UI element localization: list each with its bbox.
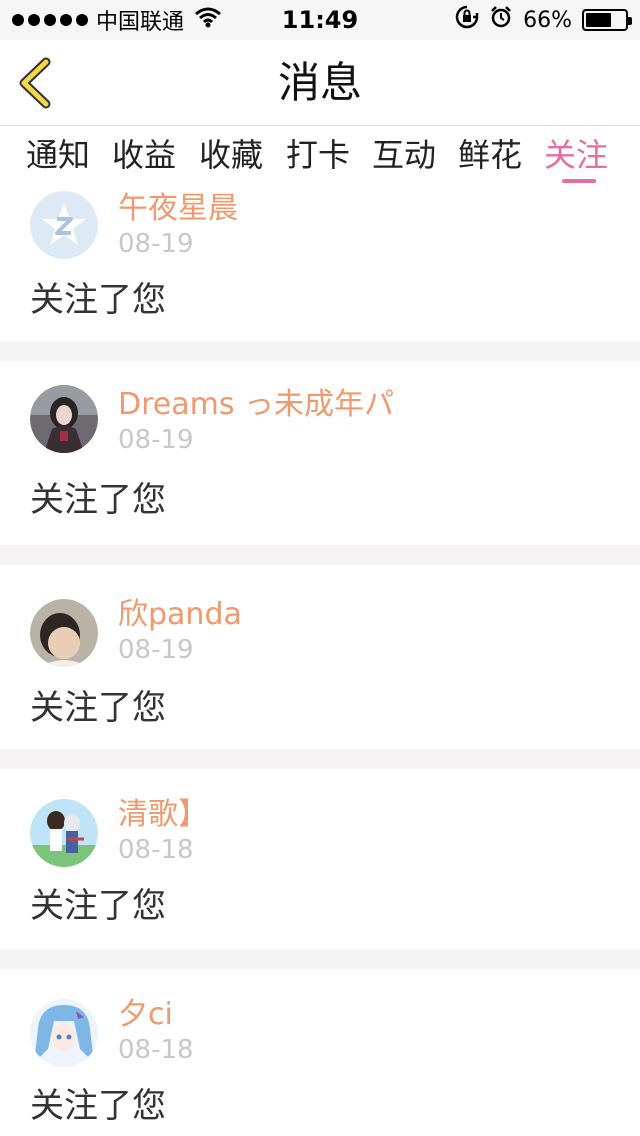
message-list: 午夜星晨 08-19 关注了您 Dreams っ未成年パ 08-19 关注了您 (0, 185, 640, 1136)
message-text: 关注了您 (30, 886, 166, 926)
battery-icon (582, 9, 632, 31)
message-date: 08-18 (118, 1035, 194, 1065)
list-item[interactable]: 午夜星晨 08-19 关注了您 (0, 185, 640, 341)
separator (0, 749, 640, 769)
active-tab-indicator (562, 179, 596, 183)
message-date: 08-18 (118, 835, 194, 865)
username[interactable]: Dreams っ未成年パ (118, 385, 394, 425)
username[interactable]: 午夜星晨 (118, 189, 238, 229)
tab-favorites[interactable]: 收藏 (199, 133, 263, 177)
battery-percent: 66% (523, 7, 572, 33)
message-text: 关注了您 (30, 280, 166, 320)
tab-following[interactable]: 关注 (544, 133, 608, 177)
list-item[interactable]: 欣panda 08-19 关注了您 (0, 565, 640, 749)
page-title: 消息 (277, 58, 362, 107)
avatar[interactable] (30, 999, 98, 1067)
avatar[interactable] (30, 385, 98, 453)
tab-notifications[interactable]: 通知 (26, 133, 90, 177)
avatar[interactable] (30, 599, 98, 667)
separator (0, 949, 640, 969)
status-bar: 中国联通 11:49 66% (0, 0, 640, 40)
tab-earnings[interactable]: 收益 (112, 133, 176, 177)
message-date: 08-19 (118, 229, 194, 259)
tab-checkin[interactable]: 打卡 (286, 133, 350, 177)
tab-bar: 通知 收益 收藏 打卡 互动 鲜花 关注 (0, 127, 640, 185)
message-text: 关注了您 (30, 688, 166, 728)
message-date: 08-19 (118, 425, 194, 455)
username[interactable]: 清歌】 (118, 795, 208, 835)
username[interactable]: 欣panda (118, 595, 242, 635)
message-text: 关注了您 (30, 1086, 166, 1126)
nav-bar: 消息 (0, 40, 640, 126)
tab-interaction[interactable]: 互动 (372, 133, 436, 177)
avatar[interactable] (30, 191, 98, 259)
rotation-lock-icon (455, 5, 479, 35)
separator (0, 545, 640, 565)
list-item[interactable]: 清歌】 08-18 关注了您 (0, 769, 640, 949)
separator (0, 341, 640, 361)
tab-flowers[interactable]: 鲜花 (458, 133, 522, 177)
list-item[interactable]: 夕ci 08-18 关注了您 (0, 969, 640, 1136)
username[interactable]: 夕ci (118, 995, 173, 1035)
message-date: 08-19 (118, 635, 194, 665)
alarm-icon (489, 5, 513, 35)
list-item[interactable]: Dreams っ未成年パ 08-19 关注了您 (0, 361, 640, 545)
avatar[interactable] (30, 799, 98, 867)
message-text: 关注了您 (30, 480, 166, 520)
